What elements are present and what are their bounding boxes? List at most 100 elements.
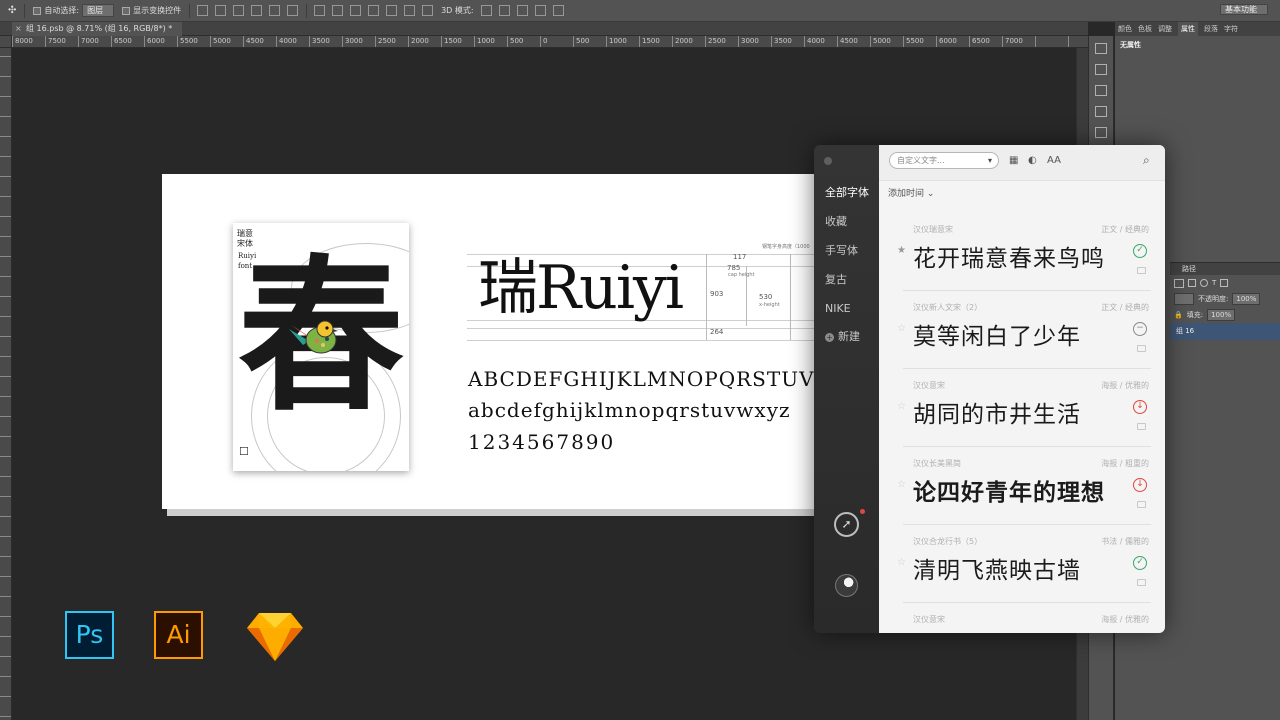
vertical-ruler[interactable] — [0, 36, 12, 720]
brush-settings-icon[interactable] — [1095, 85, 1107, 96]
move-tool-icon[interactable]: ✣ — [8, 5, 16, 16]
panel-tab[interactable]: 颜色 — [1118, 24, 1132, 34]
sketch-icon[interactable] — [247, 611, 303, 661]
align-bottom-icon[interactable] — [233, 5, 245, 16]
illustrator-icon[interactable]: Ai — [154, 611, 203, 659]
chevron-down-icon[interactable]: ▾ — [988, 153, 992, 168]
font-card[interactable]: ☆ 汉仪合龙行书（5） 书法 / 儒雅的 清明飞燕映古墙 ✓ — [897, 525, 1151, 603]
font-card[interactable]: ☆ 汉仪新人文宋（2） 正文 / 经典的 莫等闲白了少年 − — [897, 291, 1151, 369]
history-icon[interactable] — [1095, 43, 1107, 54]
3d-slide-icon[interactable] — [534, 5, 546, 16]
panel-tab[interactable]: 属性 — [1178, 22, 1198, 36]
ruler-label: 1000 — [477, 37, 495, 45]
panel-tab[interactable]: 调整 — [1158, 24, 1172, 34]
installed-status-icon[interactable]: ✓ — [1133, 244, 1147, 258]
3d-roll-icon[interactable] — [498, 5, 510, 16]
nav-nike[interactable]: NIKE — [814, 294, 879, 323]
align-left-icon[interactable] — [251, 5, 263, 16]
distribute-vcenter-icon[interactable] — [332, 5, 344, 16]
blend-mode-select[interactable] — [1174, 293, 1194, 305]
document-tab[interactable]: × 组 16.psb @ 8.71% (组 16, RGB/8*) * — [12, 22, 183, 36]
sort-dropdown[interactable]: 添加时间 ⌄ — [888, 186, 934, 199]
horizontal-ruler[interactable]: 8000 7500 7000 6500 6000 5500 5000 4500 4000 3500… — [12, 36, 1088, 48]
font-card[interactable]: ★ 汉仪瑞意宋 正文 / 经典的 花开瑞意春来鸟鸣 ✓ — [897, 213, 1151, 291]
checkbox-icon[interactable] — [33, 6, 42, 15]
font-card[interactable]: ☆ 汉仪意宋 海报 / 优雅的 胡同的市井生活 ↓ — [897, 369, 1151, 447]
avatar[interactable] — [835, 574, 858, 597]
download-status-icon[interactable]: ↓ — [1133, 400, 1147, 414]
star-outline-icon[interactable]: ☆ — [897, 557, 906, 568]
font-name: 汉仪新人文宋（2） — [913, 303, 983, 312]
poster-seal: ☐ — [239, 445, 249, 458]
align-hcenter-icon[interactable] — [269, 5, 281, 16]
close-icon[interactable]: × — [15, 22, 22, 36]
search-icon[interactable]: ⌕ — [1143, 153, 1150, 168]
actions-play-icon[interactable] — [1095, 64, 1107, 75]
star-outline-icon[interactable]: ☆ — [897, 401, 906, 412]
checkbox-icon[interactable] — [122, 6, 131, 15]
folder-icon[interactable] — [1137, 423, 1146, 430]
layer-filter-icon[interactable] — [1174, 278, 1184, 288]
distribute-bottom-icon[interactable] — [350, 5, 362, 16]
layer-adjust-icon[interactable] — [1200, 279, 1208, 287]
info-icon[interactable] — [1095, 127, 1107, 138]
opacity-input[interactable]: 100% — [1232, 293, 1261, 305]
distribute-right-icon[interactable] — [404, 5, 416, 16]
contrast-icon[interactable]: ◐ — [1028, 155, 1037, 166]
fill-input[interactable]: 100% — [1207, 309, 1236, 321]
distribute-left-icon[interactable] — [368, 5, 380, 16]
layer-row-selected[interactable]: 组 16 — [1170, 323, 1280, 340]
nav-retro[interactable]: 复古 — [814, 265, 879, 294]
ruler-origin[interactable] — [0, 36, 12, 48]
align-right-icon[interactable] — [287, 5, 299, 16]
auto-select-dropdown[interactable]: 图层 — [82, 4, 115, 17]
download-status-icon[interactable]: ↓ — [1133, 478, 1147, 492]
window-close-dot[interactable] — [824, 157, 832, 165]
distribute-top-icon[interactable] — [314, 5, 326, 16]
workspace-switcher[interactable]: 基本功能 — [1220, 4, 1268, 16]
partial-status-icon[interactable]: − — [1133, 322, 1147, 336]
distribute-hcenter-icon[interactable] — [386, 5, 398, 16]
folder-icon[interactable] — [1137, 345, 1146, 352]
layer-kind-icon[interactable] — [1188, 279, 1196, 287]
3d-pan-icon[interactable] — [516, 5, 528, 16]
align-vcenter-icon[interactable] — [215, 5, 227, 16]
folder-icon[interactable] — [1137, 267, 1146, 274]
3d-scale-icon[interactable] — [552, 5, 564, 16]
ruler-label: 7000 — [1005, 37, 1023, 45]
panel-tab[interactable]: 段落 — [1204, 24, 1218, 34]
star-icon[interactable]: ★ — [897, 245, 906, 256]
auto-select-checkbox[interactable]: 自动选择: 图层 — [33, 4, 115, 17]
auto-align-icon[interactable] — [422, 5, 434, 16]
panel-tab[interactable]: 色板 — [1138, 24, 1152, 34]
folder-icon[interactable] — [1137, 501, 1146, 508]
show-transform-checkbox[interactable]: 显示变换控件 — [122, 5, 181, 16]
lock-icon[interactable]: 🔒 — [1174, 311, 1183, 319]
nav-all-fonts[interactable]: 全部字体 — [814, 178, 879, 207]
installed-status-icon[interactable]: ✓ — [1133, 556, 1147, 570]
photoshop-icon[interactable]: Ps — [65, 611, 114, 659]
nav-new[interactable]: + 新建 — [814, 322, 879, 351]
compass-icon[interactable]: ➚ — [834, 512, 859, 537]
font-size-icon[interactable]: AA — [1047, 155, 1061, 166]
star-outline-icon[interactable]: ☆ — [897, 479, 906, 490]
panel-tab[interactable]: 字符 — [1224, 24, 1238, 34]
custom-text-input[interactable]: 自定义文字... ▾ — [889, 152, 999, 169]
align-top-icon[interactable] — [197, 5, 209, 16]
layer-shape-icon[interactable] — [1220, 279, 1229, 287]
font-card[interactable]: ☆ 汉仪长美黑简 海报 / 粗重的 论四好青年的理想 ↓ — [897, 447, 1151, 525]
star-outline-icon[interactable]: ☆ — [897, 323, 906, 334]
clone-source-icon[interactable] — [1095, 106, 1107, 117]
layer-text-icon[interactable]: T — [1212, 279, 1216, 287]
font-category: 海报 / 粗重的 — [1101, 459, 1149, 468]
ruler-label: 6000 — [147, 37, 165, 45]
grid-icon[interactable]: ▦ — [1009, 155, 1018, 166]
folder-icon[interactable] — [1137, 579, 1146, 586]
3d-rotate-icon[interactable] — [480, 5, 492, 16]
workspace-dropdown[interactable]: 基本功能 — [1220, 4, 1268, 15]
paths-tab[interactable]: 路径 — [1170, 263, 1280, 275]
nav-favorites[interactable]: 收藏 — [814, 207, 879, 236]
font-card[interactable]: 汉仪意宋 海报 / 优雅的 — [903, 603, 1151, 633]
metric-note: cap height — [728, 272, 755, 278]
nav-handwriting[interactable]: 手写体 — [814, 236, 879, 265]
